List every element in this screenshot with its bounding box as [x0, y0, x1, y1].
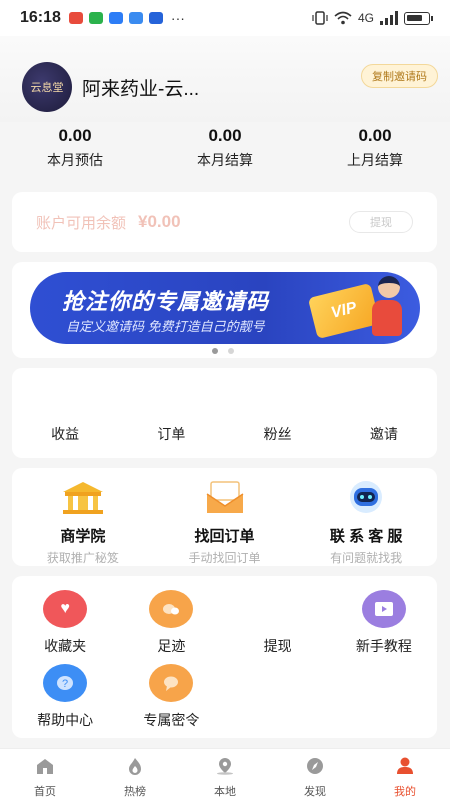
message-icon: [128, 12, 143, 24]
service-label: 专属密令: [143, 712, 200, 728]
nav-label: 本地: [214, 786, 236, 798]
video-icon: [361, 590, 406, 628]
profile-header: 云息堂 阿来药业-云... 复制邀请码: [0, 36, 450, 122]
withdraw-button[interactable]: 提现: [349, 211, 413, 233]
nav-local[interactable]: 本地: [180, 749, 270, 800]
service-help-center[interactable]: ? 帮助中心: [12, 664, 118, 736]
username: 阿来药业-云...: [82, 79, 200, 100]
nav-label: 热榜: [124, 786, 146, 798]
location-icon: [217, 758, 233, 775]
vip-card-illustration: VIP: [307, 282, 381, 340]
stat-monthly-settled[interactable]: 0.00 本月结算: [150, 126, 300, 182]
tool-subtitle: 手动找回订单: [188, 551, 261, 565]
nav-label: 发现: [304, 786, 326, 798]
quick-item-orders[interactable]: 订单: [118, 424, 224, 444]
earnings-stats: 0.00 本月预估 0.00 本月结算 0.00 上月结算: [0, 126, 450, 182]
flame-icon: [129, 758, 141, 775]
nav-profile[interactable]: 我的: [360, 749, 450, 800]
tool-retrieve-order[interactable]: 找回订单 手动找回订单: [154, 468, 296, 566]
balance-card: 账户可用余额 ¥0.00 提现: [12, 192, 437, 252]
signal-icon: [380, 11, 398, 25]
avatar[interactable]: 云息堂: [22, 62, 72, 112]
nav-home[interactable]: 首页: [0, 749, 90, 800]
bottom-nav: 首页 热榜 本地 发现 我的: [0, 748, 450, 800]
user-icon: [397, 757, 413, 774]
service-label: 新手教程: [355, 638, 412, 654]
services-grid: ♥ 收藏夹 足迹 提现 新手教程 ? 帮助中心 专属密令: [12, 576, 437, 738]
robot-icon: [350, 481, 383, 513]
heart-icon: ♥: [43, 590, 88, 628]
tool-title: 联 系 客 服: [329, 528, 403, 545]
tool-academy[interactable]: 商学院 获取推广秘笈: [12, 468, 154, 566]
banner-carousel[interactable]: 抢注你的专属邀请码 自定义邀请码 免费打造自己的靓号 VIP: [12, 262, 437, 358]
app-notification-icon: [68, 12, 83, 24]
footprint-icon: [149, 590, 194, 628]
service-label: 足迹: [157, 638, 186, 654]
home-icon: [37, 759, 53, 774]
chat-icon: [149, 664, 194, 702]
status-indicators: 4G: [312, 11, 433, 25]
wechat-icon: [88, 12, 103, 24]
service-label: 提现: [263, 638, 292, 654]
stat-value: 0.00: [58, 126, 92, 145]
service-exclusive-code[interactable]: 专属密令: [118, 664, 224, 736]
person-illustration: [372, 276, 406, 338]
compass-icon: [307, 758, 323, 774]
more-notifications-icon: ···: [170, 10, 185, 26]
stat-label: 本月结算: [197, 152, 253, 168]
stat-label: 上月结算: [347, 152, 403, 168]
status-time: 16:18: [20, 9, 61, 26]
service-label: 收藏夹: [44, 638, 87, 654]
nav-label: 我的: [394, 786, 416, 798]
service-footprint[interactable]: 足迹: [118, 590, 224, 662]
balance-amount: ¥0.00: [138, 212, 181, 231]
quick-menu: 收益 订单 粉丝 邀请: [12, 368, 437, 458]
question-icon: ?: [43, 664, 88, 702]
service-favorites[interactable]: ♥ 收藏夹: [12, 590, 118, 662]
wifi-icon: [334, 11, 352, 25]
nav-discover[interactable]: 发现: [270, 749, 360, 800]
service-label: 帮助中心: [37, 712, 94, 728]
browser-icon: [148, 12, 163, 24]
app-notification-icon: [108, 12, 123, 24]
banner-title: 抢注你的专属邀请码: [62, 289, 270, 314]
envelope-icon: [206, 481, 243, 513]
quick-item-earnings[interactable]: 收益: [12, 424, 118, 444]
tool-subtitle: 获取推广秘笈: [46, 551, 119, 565]
carousel-indicator: [212, 348, 234, 354]
nav-label: 首页: [34, 786, 56, 798]
quick-item-invite[interactable]: 邀请: [331, 424, 437, 444]
status-bar: 16:18 ··· 4G: [0, 0, 450, 36]
network-type: 4G: [357, 11, 374, 25]
stat-monthly-estimate[interactable]: 0.00 本月预估: [0, 126, 150, 182]
tool-title: 找回订单: [194, 528, 255, 545]
stat-value: 0.00: [358, 126, 392, 145]
banner-subtitle: 自定义邀请码 免费打造自己的靓号: [66, 319, 265, 334]
copy-invite-code-button[interactable]: 复制邀请码: [361, 64, 438, 88]
nav-hot[interactable]: 热榜: [90, 749, 180, 800]
carousel-dot[interactable]: [228, 348, 234, 354]
carousel-dot[interactable]: [212, 348, 218, 354]
stat-label: 本月预估: [47, 152, 103, 168]
stat-value: 0.00: [208, 126, 242, 145]
svg-text:?: ?: [62, 678, 68, 690]
vibrate-icon: [312, 11, 328, 25]
academy-icon: [62, 482, 103, 514]
service-withdraw[interactable]: 提现: [225, 590, 331, 662]
invite-code-banner[interactable]: 抢注你的专属邀请码 自定义邀请码 免费打造自己的靓号 VIP: [30, 272, 420, 344]
stat-last-month-settled[interactable]: 0.00 上月结算: [300, 126, 450, 182]
tools-card: 商学院 获取推广秘笈 找回订单 手动找回订单 联 系 客 服 有问题就找我: [12, 468, 437, 566]
tool-customer-service[interactable]: 联 系 客 服 有问题就找我: [295, 468, 437, 566]
withdraw-icon-placeholder: [256, 590, 300, 628]
tool-subtitle: 有问题就找我: [330, 551, 403, 565]
quick-item-fans[interactable]: 粉丝: [225, 424, 331, 444]
balance-label: 账户可用余额: [36, 214, 127, 232]
service-tutorial[interactable]: 新手教程: [331, 590, 437, 662]
battery-icon: [404, 11, 433, 25]
tool-title: 商学院: [60, 528, 106, 545]
